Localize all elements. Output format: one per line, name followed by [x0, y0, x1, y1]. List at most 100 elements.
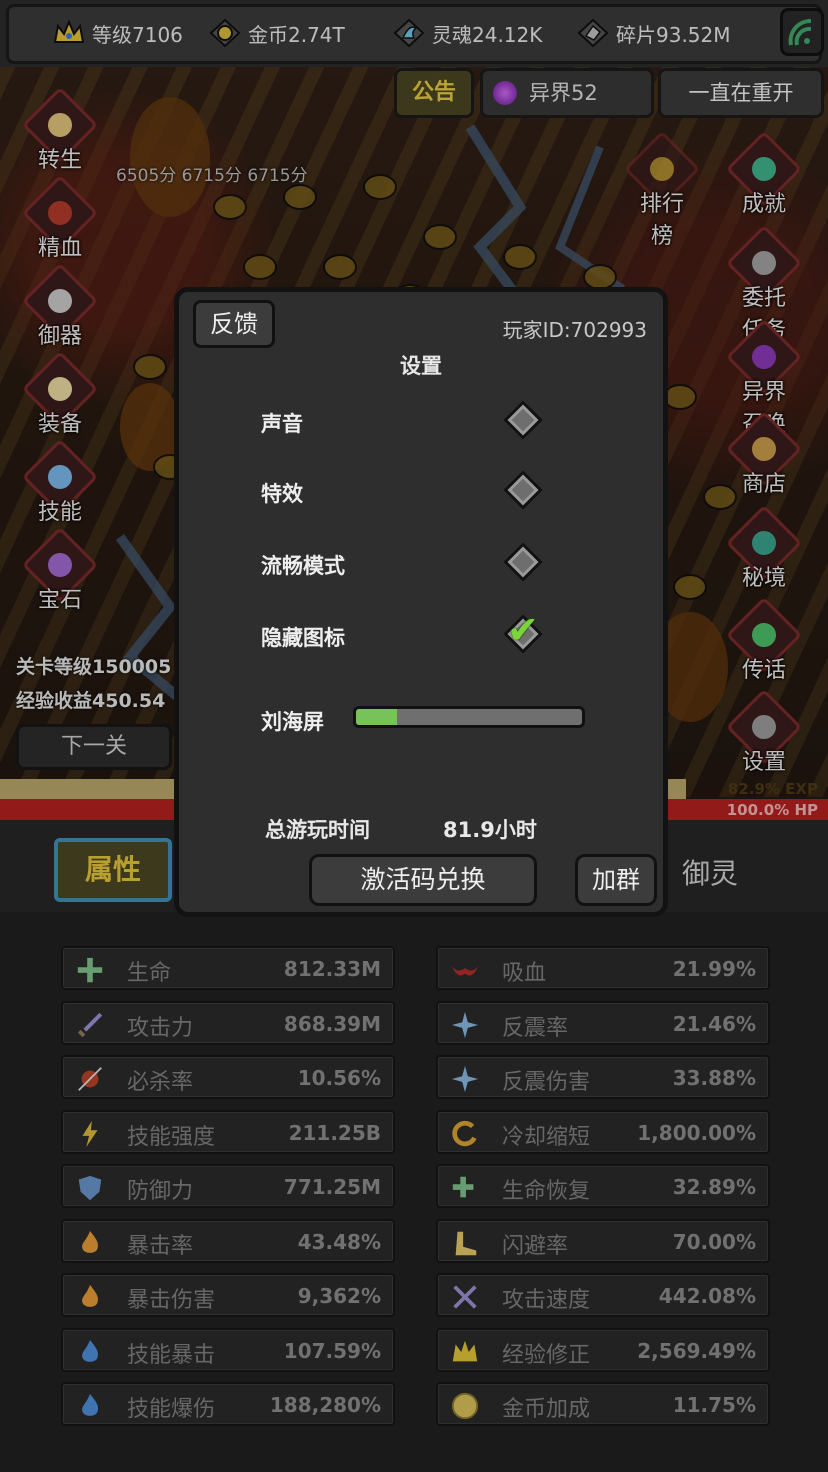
essence-button[interactable]: 精血 — [21, 174, 99, 262]
sound-checkbox[interactable] — [503, 400, 543, 440]
level-resource: 等级7106 — [52, 18, 183, 48]
playtime-value: 81.9小时 — [443, 818, 537, 842]
level-text: 等级7106 — [92, 22, 183, 47]
stat-name: 暴击率 — [127, 1233, 194, 1259]
spark-icon — [451, 1011, 479, 1038]
blue-flame-icon — [82, 1393, 98, 1416]
gem-button[interactable]: 宝石 — [21, 526, 99, 614]
notch-slider-fill — [356, 709, 397, 725]
stat-row: 吸血 21.99% — [436, 946, 770, 990]
achievement-button[interactable]: 成就 — [725, 130, 803, 218]
effects-checkbox[interactable] — [503, 470, 543, 510]
stat-row: 反震率 21.46% — [436, 1000, 770, 1045]
gem-label: 宝石 — [37, 588, 82, 613]
stat-name: 经验修正 — [502, 1342, 591, 1368]
hide-icons-checkbox[interactable]: ✔ — [503, 608, 543, 654]
stat-name: 冷却缩短 — [502, 1124, 591, 1150]
stat-name: 生命恢复 — [502, 1179, 591, 1204]
notice-tab[interactable]: 公告 — [394, 68, 474, 118]
attributes-tab[interactable]: 属性 — [54, 838, 172, 902]
effects-option-label: 特效 — [261, 482, 303, 506]
feedback-button[interactable]: 反馈 — [193, 300, 275, 348]
settings-button[interactable]: 设置 — [725, 688, 803, 776]
shop-label: 商店 — [741, 472, 786, 497]
artifact-button[interactable]: 御器 — [21, 262, 99, 350]
crown-icon — [452, 1340, 478, 1361]
stat-value: 32.89% — [672, 1175, 756, 1199]
stat-name: 攻击速度 — [502, 1288, 591, 1313]
message-label: 传话 — [741, 658, 786, 683]
artifact-label: 御器 — [37, 324, 82, 349]
flame-icon — [82, 1284, 98, 1307]
stat-value: 2,569.49% — [637, 1338, 756, 1363]
playtime-label: 总游玩时间 — [265, 818, 370, 842]
shop-button[interactable]: 商店 — [725, 410, 803, 498]
gold-resource: 金币2.74T — [208, 18, 345, 48]
cycle-icon — [452, 1120, 477, 1146]
hide-icons-option-label: 隐藏图标 — [261, 626, 345, 650]
game-screen: 等级7106 金币2.74T 灵魂24.12K 碎片93.52M 公告 异界52… — [0, 0, 828, 1472]
skill-button[interactable]: 技能 — [21, 438, 99, 526]
stat-value: 211.25B — [288, 1120, 381, 1145]
notch-slider[interactable] — [353, 706, 585, 728]
stat-name: 闪避率 — [502, 1233, 569, 1259]
stat-name: 吸血 — [502, 961, 547, 986]
join-group-button[interactable]: 加群 — [575, 854, 657, 906]
player-id: 玩家ID:702993 — [502, 318, 647, 342]
crown-icon — [53, 19, 85, 43]
equipment-label: 装备 — [37, 412, 82, 437]
exp-percent-text: 82.9% EXP — [727, 780, 818, 798]
notch-option-label: 刘海屏 — [261, 710, 324, 734]
smooth-mode-checkbox[interactable] — [503, 542, 543, 582]
equipment-button[interactable]: 装备 — [21, 350, 99, 438]
stat-value: 442.08% — [658, 1284, 756, 1308]
settings-dialog: 反馈 玩家ID:702993 设置 声音 特效 流畅模式 隐藏图标 ✔ 刘海屏 … — [174, 287, 668, 917]
stat-row: 生命恢复 32.89% — [436, 1164, 770, 1208]
soul-resource: 灵魂24.12K — [392, 18, 542, 48]
portal-icon — [493, 81, 517, 105]
otherworld-tab[interactable]: 异界52 — [480, 68, 654, 118]
secret-realm-button[interactable]: 秘境 — [725, 504, 803, 592]
stat-value: 21.99% — [672, 957, 756, 981]
soul-icon — [393, 18, 425, 48]
settings-label: 设置 — [741, 750, 786, 775]
stat-row: 必杀率 10.56% — [61, 1055, 395, 1099]
stat-row: 经验修正 2,569.49% — [436, 1327, 770, 1372]
connection-button[interactable] — [780, 8, 824, 56]
message-button[interactable]: 传话 — [725, 596, 803, 684]
essence-label: 精血 — [37, 236, 82, 261]
coin-icon — [451, 1392, 479, 1420]
stat-value: 33.88% — [672, 1066, 756, 1090]
achievement-label: 成就 — [741, 192, 786, 217]
stat-row: 攻击力 868.39M — [61, 1000, 395, 1045]
sound-option-label: 声音 — [261, 412, 303, 436]
shard-resource: 碎片93.52M — [576, 18, 731, 48]
stat-value: 43.48% — [297, 1229, 381, 1254]
next-stage-button[interactable]: 下一关 — [16, 724, 172, 770]
stat-row: 攻击速度 442.08% — [436, 1273, 770, 1317]
check-icon: ✔ — [507, 608, 539, 652]
stat-row: 技能暴击 107.59% — [61, 1327, 395, 1372]
crossed-swords-icon — [453, 1285, 477, 1309]
stat-row: 技能爆伤 188,280% — [61, 1382, 395, 1426]
stat-name: 暴击伤害 — [127, 1288, 216, 1313]
rebirth-label: 转生 — [37, 148, 82, 173]
stat-name: 防御力 — [127, 1179, 194, 1204]
stat-name: 金币加成 — [502, 1397, 591, 1422]
spirit-tab[interactable]: 御灵 — [682, 852, 738, 892]
stat-value: 107.59% — [283, 1338, 381, 1363]
rebirth-button[interactable]: 转生 — [21, 86, 99, 174]
shield-icon — [78, 1175, 102, 1201]
stat-name: 必杀率 — [127, 1070, 194, 1095]
redeem-code-button[interactable]: 激活码兑换 — [309, 854, 537, 906]
shard-text: 碎片93.52M — [616, 22, 731, 47]
leaderboard-button[interactable]: 排行榜 — [623, 130, 701, 250]
blue-flame-icon — [82, 1339, 98, 1362]
leaderboard-label: 排行榜 — [639, 192, 684, 249]
secret-realm-label: 秘境 — [741, 566, 786, 591]
stat-value: 812.33M — [283, 957, 381, 981]
boot-icon — [455, 1231, 477, 1255]
bat-icon — [451, 966, 479, 976]
restart-mode-button[interactable]: 一直在重开 — [658, 68, 824, 118]
stat-row: 暴击伤害 9,362% — [61, 1273, 395, 1317]
